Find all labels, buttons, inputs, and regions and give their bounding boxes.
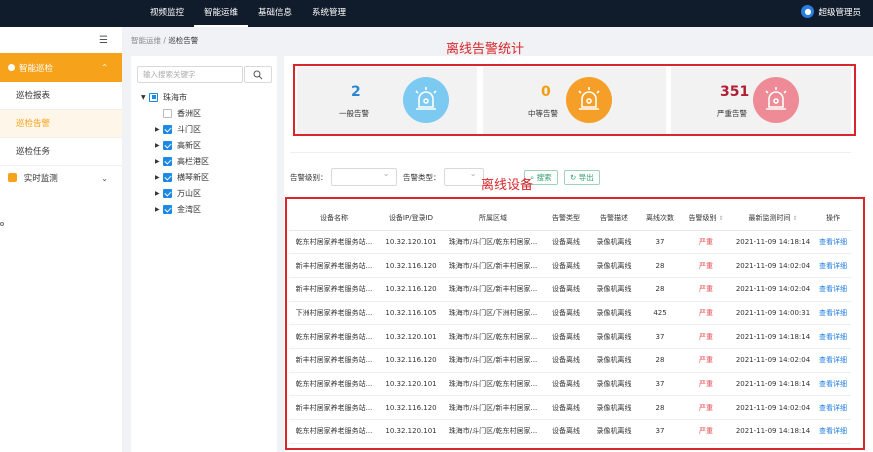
tree-checkbox[interactable] [163, 108, 172, 118]
divider [290, 152, 851, 153]
tree-checkbox[interactable] [163, 156, 172, 166]
filter-type: 告警类型： [403, 168, 484, 186]
breadcrumb-separator: / [163, 36, 166, 45]
filter-level-label: 告警级别： [290, 172, 328, 182]
tree-root[interactable]: ▼ 珠海市 [141, 90, 187, 104]
tree-label: 万山区 [177, 188, 201, 198]
annotation-label-stats: 离线告警统计 [446, 42, 525, 57]
tree-label: 金湾区 [177, 204, 201, 214]
tree-label: 珠海市 [163, 92, 187, 102]
tree-node[interactable]: ▶ 斗门区 [155, 122, 201, 136]
tree-node[interactable]: 香洲区 [155, 106, 201, 120]
tree-checkbox[interactable] [149, 92, 158, 102]
sidebar-group-label: 智能巡检 [19, 63, 54, 74]
breadcrumb-current: 巡检告警 [168, 36, 199, 45]
nav-basic-info[interactable]: 基础信息 [248, 0, 302, 27]
tree-label: 高栏港区 [177, 156, 209, 166]
tree-label: 高新区 [177, 140, 201, 150]
caret-down-icon: ▼ [141, 93, 146, 101]
tree-checkbox[interactable] [163, 124, 172, 134]
tree-checkbox[interactable] [163, 172, 172, 182]
tree-node[interactable]: ▶ 万山区 [155, 186, 201, 200]
user-name: 超级管理员 [818, 7, 861, 18]
search-button-label: 搜索 [536, 173, 552, 182]
filter-type-label: 告警类型： [403, 172, 441, 182]
tree-label: 香洲区 [177, 108, 201, 118]
sidebar-group-smart-inspection[interactable]: 智能巡检 ⌃ [0, 53, 122, 82]
tree-node[interactable]: ▶ 高新区 [155, 138, 201, 152]
edge-handle-icon [0, 222, 4, 226]
nav-system-admin[interactable]: 系统管理 [302, 0, 356, 27]
breadcrumb: 智能运维 / 巡检告警 [131, 35, 198, 46]
sidebar-group-label: 实时监测 [23, 174, 58, 184]
caret-right-icon: ▶ [155, 173, 160, 181]
tree-label: 横琴新区 [177, 172, 209, 182]
sidebar-item-inspection-task[interactable]: 巡检任务 [0, 138, 122, 166]
nav-smart-ops[interactable]: 智能运维 [194, 0, 249, 27]
search-button[interactable] [244, 66, 272, 83]
caret-right-icon: ▶ [155, 125, 160, 133]
caret-right-icon: ▶ [155, 141, 160, 149]
annotation-box-stats [293, 64, 856, 136]
type-select[interactable] [443, 168, 484, 186]
tree-node[interactable]: ▶ 高栏港区 [155, 154, 209, 168]
sidebar-group-realtime-monitor[interactable]: 实时监测 ⌄ [0, 165, 122, 193]
top-nav: 视频监控 智能运维 基础信息 系统管理 [140, 0, 356, 27]
level-select[interactable] [330, 168, 397, 186]
export-button-label: 导出 [578, 173, 594, 182]
caret-right-icon: ▶ [155, 157, 160, 165]
menu-fold-icon[interactable]: ☰ [99, 35, 108, 46]
annotation-box-table [285, 197, 865, 450]
sidebar-item-inspection-report[interactable]: 巡检报表 [0, 82, 122, 110]
monitor-icon [8, 173, 17, 182]
tree-search-input[interactable]: 输入搜索关键字 [137, 66, 243, 83]
chevron-down-icon: ⌄ [101, 174, 108, 183]
sidebar: ☰ 智能巡检 ⌃ 巡检报表 巡检告警 巡检任务 实时监测 ⌄ [0, 27, 122, 452]
annotation-label-table: 离线设备 [481, 178, 534, 193]
top-bar: 视频监控 智能运维 基础信息 系统管理 ● 超级管理员 [0, 0, 873, 27]
search-icon [253, 70, 263, 80]
tree-label: 斗门区 [177, 124, 201, 134]
tree-checkbox[interactable] [163, 204, 172, 214]
tree-node[interactable]: ▶ 金湾区 [155, 202, 201, 216]
export-icon: ↻ [570, 173, 579, 182]
tree-checkbox[interactable] [163, 188, 172, 198]
chevron-up-icon: ⌃ [101, 63, 108, 72]
caret-right-icon: ▶ [155, 205, 160, 213]
caret-right-icon: ▶ [155, 189, 160, 197]
user-avatar-icon: ● [801, 5, 815, 18]
filter-level: 告警级别： [290, 168, 397, 186]
cloud-icon [8, 64, 15, 71]
region-tree-panel: 输入搜索关键字 ▼ 珠海市 香洲区 ▶ 斗门区 ▶ 高新区 ▶ 高栏港区 ▶ 横… [131, 56, 277, 452]
nav-video-monitor[interactable]: 视频监控 [140, 0, 194, 27]
tree-checkbox[interactable] [163, 140, 172, 150]
export-button[interactable]: ↻ 导出 [564, 170, 600, 185]
tree-node[interactable]: ▶ 横琴新区 [155, 170, 209, 184]
breadcrumb-parent[interactable]: 智能运维 [131, 36, 161, 45]
sidebar-item-inspection-alarm[interactable]: 巡检告警 [0, 110, 122, 138]
user-menu[interactable]: ● 超级管理员 [801, 5, 861, 18]
